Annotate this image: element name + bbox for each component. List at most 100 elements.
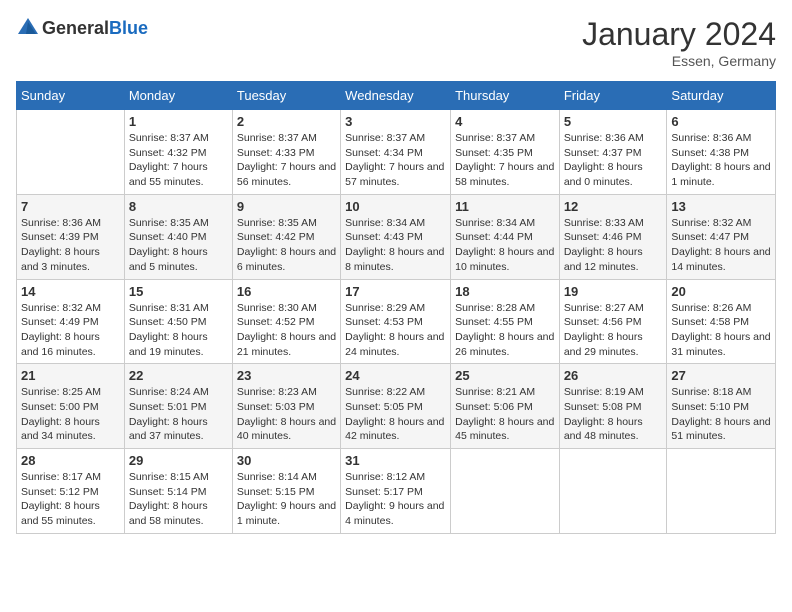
day-number: 28 <box>21 453 120 468</box>
calendar-week-row: 28 Sunrise: 8:17 AM Sunset: 5:12 PM Dayli… <box>17 449 776 534</box>
calendar-week-row: 21Sunrise: 8:25 AM Sunset: 5:00 PM Dayli… <box>17 364 776 449</box>
day-number: 31 <box>345 453 446 468</box>
day-number: 3 <box>345 114 446 129</box>
day-info: Sunrise: 8:23 AM Sunset: 5:03 PM Dayligh… <box>237 385 336 444</box>
logo-general: General <box>42 18 109 38</box>
header-thursday: Thursday <box>451 82 560 110</box>
calendar-cell: 6Sunrise: 8:36 AM Sunset: 4:38 PM Daylig… <box>667 110 776 195</box>
day-number: 19 <box>564 284 663 299</box>
calendar-cell: 19 Sunrise: 8:27 AM Sunset: 4:56 PM Dayli… <box>559 279 667 364</box>
calendar-week-row: 1Sunrise: 8:37 AM Sunset: 4:32 PM Daylig… <box>17 110 776 195</box>
calendar-cell: 30 Sunrise: 8:14 AM Sunset: 5:15 PM Dayli… <box>232 449 340 534</box>
day-number: 7 <box>21 199 120 214</box>
day-number: 4 <box>455 114 555 129</box>
day-info: Sunrise: 8:37 AM Sunset: 4:35 PM Dayligh… <box>455 131 555 190</box>
calendar-table: SundayMondayTuesdayWednesdayThursdayFrid… <box>16 81 776 534</box>
day-info: Sunrise: 8:35 AM Sunset: 4:40 PM Dayligh… <box>129 216 228 275</box>
day-number: 5 <box>564 114 663 129</box>
calendar-cell: 23 Sunrise: 8:23 AM Sunset: 5:03 PM Dayli… <box>232 364 340 449</box>
calendar-cell: 22Sunrise: 8:24 AM Sunset: 5:01 PM Dayli… <box>124 364 232 449</box>
day-info: Sunrise: 8:12 AM Sunset: 5:17 PM Dayligh… <box>345 470 446 529</box>
calendar-cell: 28 Sunrise: 8:17 AM Sunset: 5:12 PM Dayli… <box>17 449 125 534</box>
day-number: 25 <box>455 368 555 383</box>
calendar-cell: 10 Sunrise: 8:34 AM Sunset: 4:43 PM Dayli… <box>341 194 451 279</box>
calendar-header-row: SundayMondayTuesdayWednesdayThursdayFrid… <box>17 82 776 110</box>
calendar-cell: 26 Sunrise: 8:19 AM Sunset: 5:08 PM Dayli… <box>559 364 667 449</box>
day-info: Sunrise: 8:37 AM Sunset: 4:33 PM Dayligh… <box>237 131 336 190</box>
header-friday: Friday <box>559 82 667 110</box>
header-tuesday: Tuesday <box>232 82 340 110</box>
day-info: Sunrise: 8:21 AM Sunset: 5:06 PM Dayligh… <box>455 385 555 444</box>
logo: GeneralBlue <box>16 16 148 40</box>
day-info: Sunrise: 8:29 AM Sunset: 4:53 PM Dayligh… <box>345 301 446 360</box>
day-info: Sunrise: 8:32 AM Sunset: 4:49 PM Dayligh… <box>21 301 120 360</box>
day-number: 18 <box>455 284 555 299</box>
calendar-cell: 20Sunrise: 8:26 AM Sunset: 4:58 PM Dayli… <box>667 279 776 364</box>
day-number: 8 <box>129 199 228 214</box>
day-info: Sunrise: 8:27 AM Sunset: 4:56 PM Dayligh… <box>564 301 663 360</box>
calendar-week-row: 7 Sunrise: 8:36 AM Sunset: 4:39 PM Daylig… <box>17 194 776 279</box>
day-info: Sunrise: 8:30 AM Sunset: 4:52 PM Dayligh… <box>237 301 336 360</box>
day-number: 22 <box>129 368 228 383</box>
day-info: Sunrise: 8:33 AM Sunset: 4:46 PM Dayligh… <box>564 216 663 275</box>
day-info: Sunrise: 8:34 AM Sunset: 4:43 PM Dayligh… <box>345 216 446 275</box>
day-info: Sunrise: 8:32 AM Sunset: 4:47 PM Dayligh… <box>671 216 771 275</box>
calendar-cell: 27Sunrise: 8:18 AM Sunset: 5:10 PM Dayli… <box>667 364 776 449</box>
day-info: Sunrise: 8:36 AM Sunset: 4:38 PM Dayligh… <box>671 131 771 190</box>
day-info: Sunrise: 8:19 AM Sunset: 5:08 PM Dayligh… <box>564 385 663 444</box>
page-header: GeneralBlue January 2024 Essen, Germany <box>16 16 776 69</box>
day-number: 24 <box>345 368 446 383</box>
day-number: 30 <box>237 453 336 468</box>
calendar-cell: 14 Sunrise: 8:32 AM Sunset: 4:49 PM Dayli… <box>17 279 125 364</box>
calendar-cell: 13 Sunrise: 8:32 AM Sunset: 4:47 PM Dayli… <box>667 194 776 279</box>
day-number: 11 <box>455 199 555 214</box>
day-number: 10 <box>345 199 446 214</box>
day-number: 9 <box>237 199 336 214</box>
day-info: Sunrise: 8:17 AM Sunset: 5:12 PM Dayligh… <box>21 470 120 529</box>
calendar-cell <box>559 449 667 534</box>
day-info: Sunrise: 8:36 AM Sunset: 4:37 PM Dayligh… <box>564 131 663 190</box>
day-number: 15 <box>129 284 228 299</box>
calendar-cell: 15 Sunrise: 8:31 AM Sunset: 4:50 PM Dayli… <box>124 279 232 364</box>
logo-icon <box>16 16 40 40</box>
day-number: 17 <box>345 284 446 299</box>
day-number: 29 <box>129 453 228 468</box>
day-number: 14 <box>21 284 120 299</box>
calendar-cell: 24Sunrise: 8:22 AM Sunset: 5:05 PM Dayli… <box>341 364 451 449</box>
day-info: Sunrise: 8:36 AM Sunset: 4:39 PM Dayligh… <box>21 216 120 275</box>
header-sunday: Sunday <box>17 82 125 110</box>
day-number: 13 <box>671 199 771 214</box>
calendar-cell: 7 Sunrise: 8:36 AM Sunset: 4:39 PM Daylig… <box>17 194 125 279</box>
location-title: Essen, Germany <box>582 53 776 69</box>
day-info: Sunrise: 8:31 AM Sunset: 4:50 PM Dayligh… <box>129 301 228 360</box>
calendar-cell: 18Sunrise: 8:28 AM Sunset: 4:55 PM Dayli… <box>451 279 560 364</box>
calendar-cell: 2Sunrise: 8:37 AM Sunset: 4:33 PM Daylig… <box>232 110 340 195</box>
calendar-cell: 25 Sunrise: 8:21 AM Sunset: 5:06 PM Dayli… <box>451 364 560 449</box>
calendar-cell: 4 Sunrise: 8:37 AM Sunset: 4:35 PM Daylig… <box>451 110 560 195</box>
header-wednesday: Wednesday <box>341 82 451 110</box>
day-number: 23 <box>237 368 336 383</box>
title-block: January 2024 Essen, Germany <box>582 16 776 69</box>
calendar-cell: 1Sunrise: 8:37 AM Sunset: 4:32 PM Daylig… <box>124 110 232 195</box>
day-info: Sunrise: 8:25 AM Sunset: 5:00 PM Dayligh… <box>21 385 120 444</box>
day-info: Sunrise: 8:14 AM Sunset: 5:15 PM Dayligh… <box>237 470 336 529</box>
calendar-cell: 3Sunrise: 8:37 AM Sunset: 4:34 PM Daylig… <box>341 110 451 195</box>
calendar-cell: 21Sunrise: 8:25 AM Sunset: 5:00 PM Dayli… <box>17 364 125 449</box>
day-number: 26 <box>564 368 663 383</box>
calendar-cell: 31 Sunrise: 8:12 AM Sunset: 5:17 PM Dayli… <box>341 449 451 534</box>
day-number: 20 <box>671 284 771 299</box>
month-title: January 2024 <box>582 16 776 53</box>
header-saturday: Saturday <box>667 82 776 110</box>
day-info: Sunrise: 8:34 AM Sunset: 4:44 PM Dayligh… <box>455 216 555 275</box>
calendar-week-row: 14 Sunrise: 8:32 AM Sunset: 4:49 PM Dayli… <box>17 279 776 364</box>
logo-blue: Blue <box>109 18 148 38</box>
calendar-cell: 16 Sunrise: 8:30 AM Sunset: 4:52 PM Dayli… <box>232 279 340 364</box>
calendar-cell: 17 Sunrise: 8:29 AM Sunset: 4:53 PM Dayli… <box>341 279 451 364</box>
day-info: Sunrise: 8:15 AM Sunset: 5:14 PM Dayligh… <box>129 470 228 529</box>
calendar-cell: 9Sunrise: 8:35 AM Sunset: 4:42 PM Daylig… <box>232 194 340 279</box>
header-monday: Monday <box>124 82 232 110</box>
calendar-cell <box>451 449 560 534</box>
calendar-cell: 5 Sunrise: 8:36 AM Sunset: 4:37 PM Daylig… <box>559 110 667 195</box>
day-number: 16 <box>237 284 336 299</box>
day-number: 27 <box>671 368 771 383</box>
